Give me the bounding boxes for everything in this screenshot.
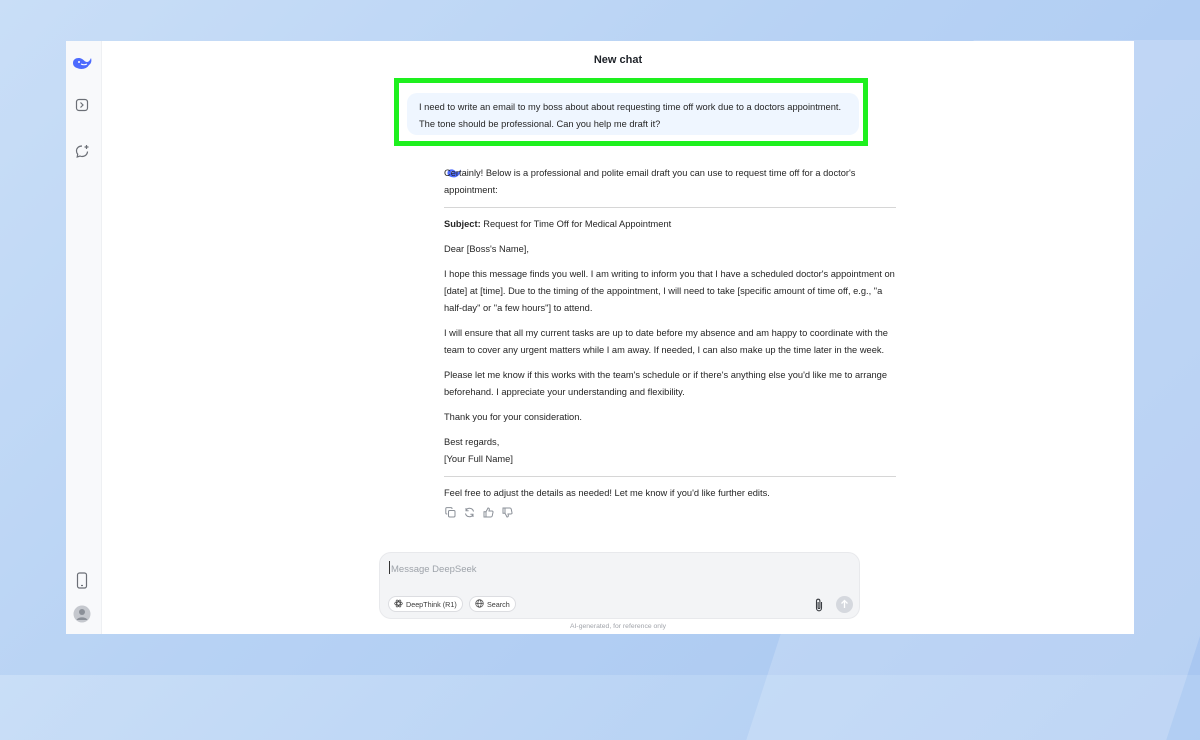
- message-input[interactable]: [389, 561, 793, 577]
- email-paragraph-1: I hope this message finds you well. I am…: [444, 269, 895, 313]
- mobile-app-icon[interactable]: [71, 569, 93, 591]
- sidebar: [66, 41, 102, 634]
- user-profile-icon[interactable]: [71, 603, 93, 625]
- chat-main: New chat I need to write an email to my …: [102, 41, 1134, 634]
- email-paragraph-4: Thank you for your consideration.: [444, 412, 582, 422]
- whale-logo-icon[interactable]: [71, 52, 93, 74]
- email-paragraph-3: Please let me know if this works with th…: [444, 370, 888, 397]
- email-subject: Subject: Request for Time Off for Medica…: [444, 216, 896, 233]
- thumbs-up-icon[interactable]: [482, 506, 494, 518]
- thumbs-down-icon[interactable]: [501, 506, 513, 518]
- email-signoff: Best regards,: [444, 437, 500, 447]
- deepthink-label: DeepThink (R1): [406, 599, 457, 609]
- assistant-intro: Certainly! Below is a professional and p…: [444, 168, 856, 195]
- assistant-outro: Feel free to adjust the details as neede…: [444, 488, 770, 498]
- email-signature: Best regards, [Your Full Name]: [444, 434, 896, 468]
- email-paragraph-2: I will ensure that all my current tasks …: [444, 328, 888, 355]
- ai-disclaimer: AI-generated, for reference only: [570, 623, 666, 630]
- new-chat-icon[interactable]: [71, 140, 93, 162]
- divider: [444, 207, 896, 208]
- subject-label: Subject:: [444, 219, 481, 229]
- divider: [444, 476, 896, 477]
- user-message-bubble: I need to write an email to my boss abou…: [407, 93, 859, 135]
- message-actions: [444, 506, 896, 518]
- paperclip-icon[interactable]: [813, 598, 825, 612]
- copy-icon[interactable]: [444, 506, 456, 518]
- subject-text: Request for Time Off for Medical Appoint…: [480, 219, 672, 229]
- regenerate-icon[interactable]: [463, 506, 475, 518]
- search-toggle-button[interactable]: Search: [469, 596, 516, 612]
- assistant-message: Certainly! Below is a professional and p…: [444, 165, 896, 518]
- message-composer: DeepThink (R1) Search: [379, 552, 860, 619]
- app-window: New chat I need to write an email to my …: [66, 41, 1134, 634]
- send-arrow-icon: [840, 596, 849, 614]
- search-label: Search: [487, 599, 510, 609]
- sidebar-toggle-icon[interactable]: [71, 94, 93, 116]
- page-title: New chat: [593, 54, 643, 66]
- atom-icon: [394, 599, 403, 610]
- deepthink-toggle-button[interactable]: DeepThink (R1): [388, 596, 463, 612]
- text-caret: [389, 561, 390, 574]
- globe-icon: [475, 598, 484, 610]
- send-button[interactable]: [836, 596, 853, 613]
- email-greeting: Dear [Boss's Name],: [444, 244, 529, 254]
- email-name: [Your Full Name]: [444, 454, 513, 464]
